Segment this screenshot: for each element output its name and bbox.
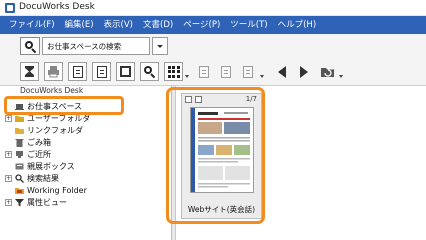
menu-edit[interactable]: 編集(E) bbox=[60, 16, 99, 34]
search-toolbar bbox=[0, 34, 426, 58]
tree-root[interactable]: DocuWorks Desk bbox=[20, 86, 83, 95]
expand-icon[interactable]: + bbox=[5, 198, 12, 206]
search-icon bbox=[144, 66, 156, 79]
folder-refresh-icon bbox=[321, 68, 334, 77]
expand-icon[interactable]: + bbox=[5, 174, 12, 182]
trash-icon bbox=[15, 138, 24, 147]
chevron-down-icon[interactable] bbox=[260, 75, 264, 78]
menu-bar: ファイル(F) 編集(E) 表示(V) 文書(D) ページ(P) ツール(T) … bbox=[0, 16, 426, 34]
expand-icon[interactable]: + bbox=[5, 150, 12, 158]
tree-item-trash[interactable]: ごみ箱 bbox=[0, 136, 170, 148]
tree-item-working-folder[interactable]: Working Folder bbox=[0, 184, 170, 196]
properties-icon bbox=[96, 65, 107, 78]
neighborhood-icon bbox=[16, 150, 23, 158]
tree-item-label: 検索結果 bbox=[27, 173, 59, 183]
window-title: DocuWorks Desk bbox=[19, 2, 95, 12]
tree-item-label: リンクフォルダ bbox=[27, 125, 83, 135]
tree-item-attribute-view[interactable]: + 属性ビュー bbox=[0, 196, 170, 208]
menu-tools[interactable]: ツール(T) bbox=[225, 16, 272, 34]
print-button[interactable] bbox=[44, 62, 63, 81]
highlight-frame-document bbox=[166, 87, 265, 224]
chevron-down-icon[interactable] bbox=[339, 75, 343, 78]
menu-document[interactable]: 文書(D) bbox=[138, 16, 178, 34]
tree-item-label: ごみ箱 bbox=[27, 137, 51, 147]
thumbnail-view-button[interactable] bbox=[164, 62, 183, 81]
main-toolbar bbox=[0, 59, 426, 85]
window-button[interactable] bbox=[116, 62, 135, 81]
stack-button[interactable] bbox=[238, 62, 257, 81]
menu-view[interactable]: 表示(V) bbox=[99, 16, 138, 34]
back-button[interactable] bbox=[272, 62, 291, 81]
copy-icon bbox=[198, 65, 209, 78]
hourglass-tool-button[interactable] bbox=[20, 62, 39, 81]
menu-file[interactable]: ファイル(F) bbox=[4, 16, 60, 34]
paste-button[interactable] bbox=[216, 62, 235, 81]
tree-item-label: 属性ビュー bbox=[27, 197, 67, 207]
expand-icon[interactable]: + bbox=[5, 114, 12, 122]
document-icon bbox=[72, 65, 83, 78]
tree-item-mailbox[interactable]: 親展ボックス bbox=[0, 160, 170, 172]
arrow-left-icon bbox=[277, 65, 286, 78]
search-button[interactable] bbox=[20, 37, 40, 55]
tree-item-link-folder[interactable]: リンクフォルダ bbox=[0, 124, 170, 136]
link-folder-icon bbox=[15, 127, 24, 134]
forward-button[interactable] bbox=[294, 62, 313, 81]
paste-icon bbox=[220, 65, 231, 78]
title-bar: DocuWorks Desk bbox=[0, 0, 426, 16]
document-view-button[interactable] bbox=[68, 62, 87, 81]
app-logo-icon bbox=[5, 3, 15, 13]
tree-item-label: ご近所 bbox=[27, 149, 51, 159]
chevron-down-icon bbox=[157, 44, 163, 48]
search-results-icon bbox=[15, 173, 24, 183]
tree-item-label: 親展ボックス bbox=[27, 161, 75, 171]
chevron-down-icon[interactable] bbox=[185, 75, 189, 78]
copy-button[interactable] bbox=[194, 62, 213, 81]
search-dropdown-button[interactable] bbox=[152, 37, 168, 55]
tree-item-search-results[interactable]: + 検索結果 bbox=[0, 172, 170, 184]
arrow-right-icon bbox=[299, 65, 308, 78]
menu-help[interactable]: ヘルプ(H) bbox=[273, 16, 322, 34]
printer-icon bbox=[48, 66, 59, 78]
docuworks-desk-window: DocuWorks Desk ファイル(F) 編集(E) 表示(V) 文書(D)… bbox=[0, 0, 426, 240]
working-folder-icon bbox=[15, 187, 24, 194]
folder-up-button[interactable] bbox=[318, 62, 337, 81]
grid-icon bbox=[167, 65, 180, 78]
find-button[interactable] bbox=[140, 62, 159, 81]
stack-icon bbox=[242, 65, 253, 78]
window-icon bbox=[120, 66, 131, 77]
hourglass-icon bbox=[25, 66, 34, 77]
toolbar-area bbox=[0, 34, 426, 86]
filter-icon bbox=[15, 198, 24, 206]
tree-item-neighborhood[interactable]: + ご近所 bbox=[0, 148, 170, 160]
tree-item-label: Working Folder bbox=[27, 185, 87, 195]
menu-page[interactable]: ページ(P) bbox=[178, 16, 225, 34]
properties-button[interactable] bbox=[92, 62, 111, 81]
highlight-frame-workspace bbox=[4, 96, 124, 115]
search-icon bbox=[24, 40, 36, 53]
mailbox-icon bbox=[15, 163, 24, 169]
search-input[interactable] bbox=[42, 37, 150, 55]
